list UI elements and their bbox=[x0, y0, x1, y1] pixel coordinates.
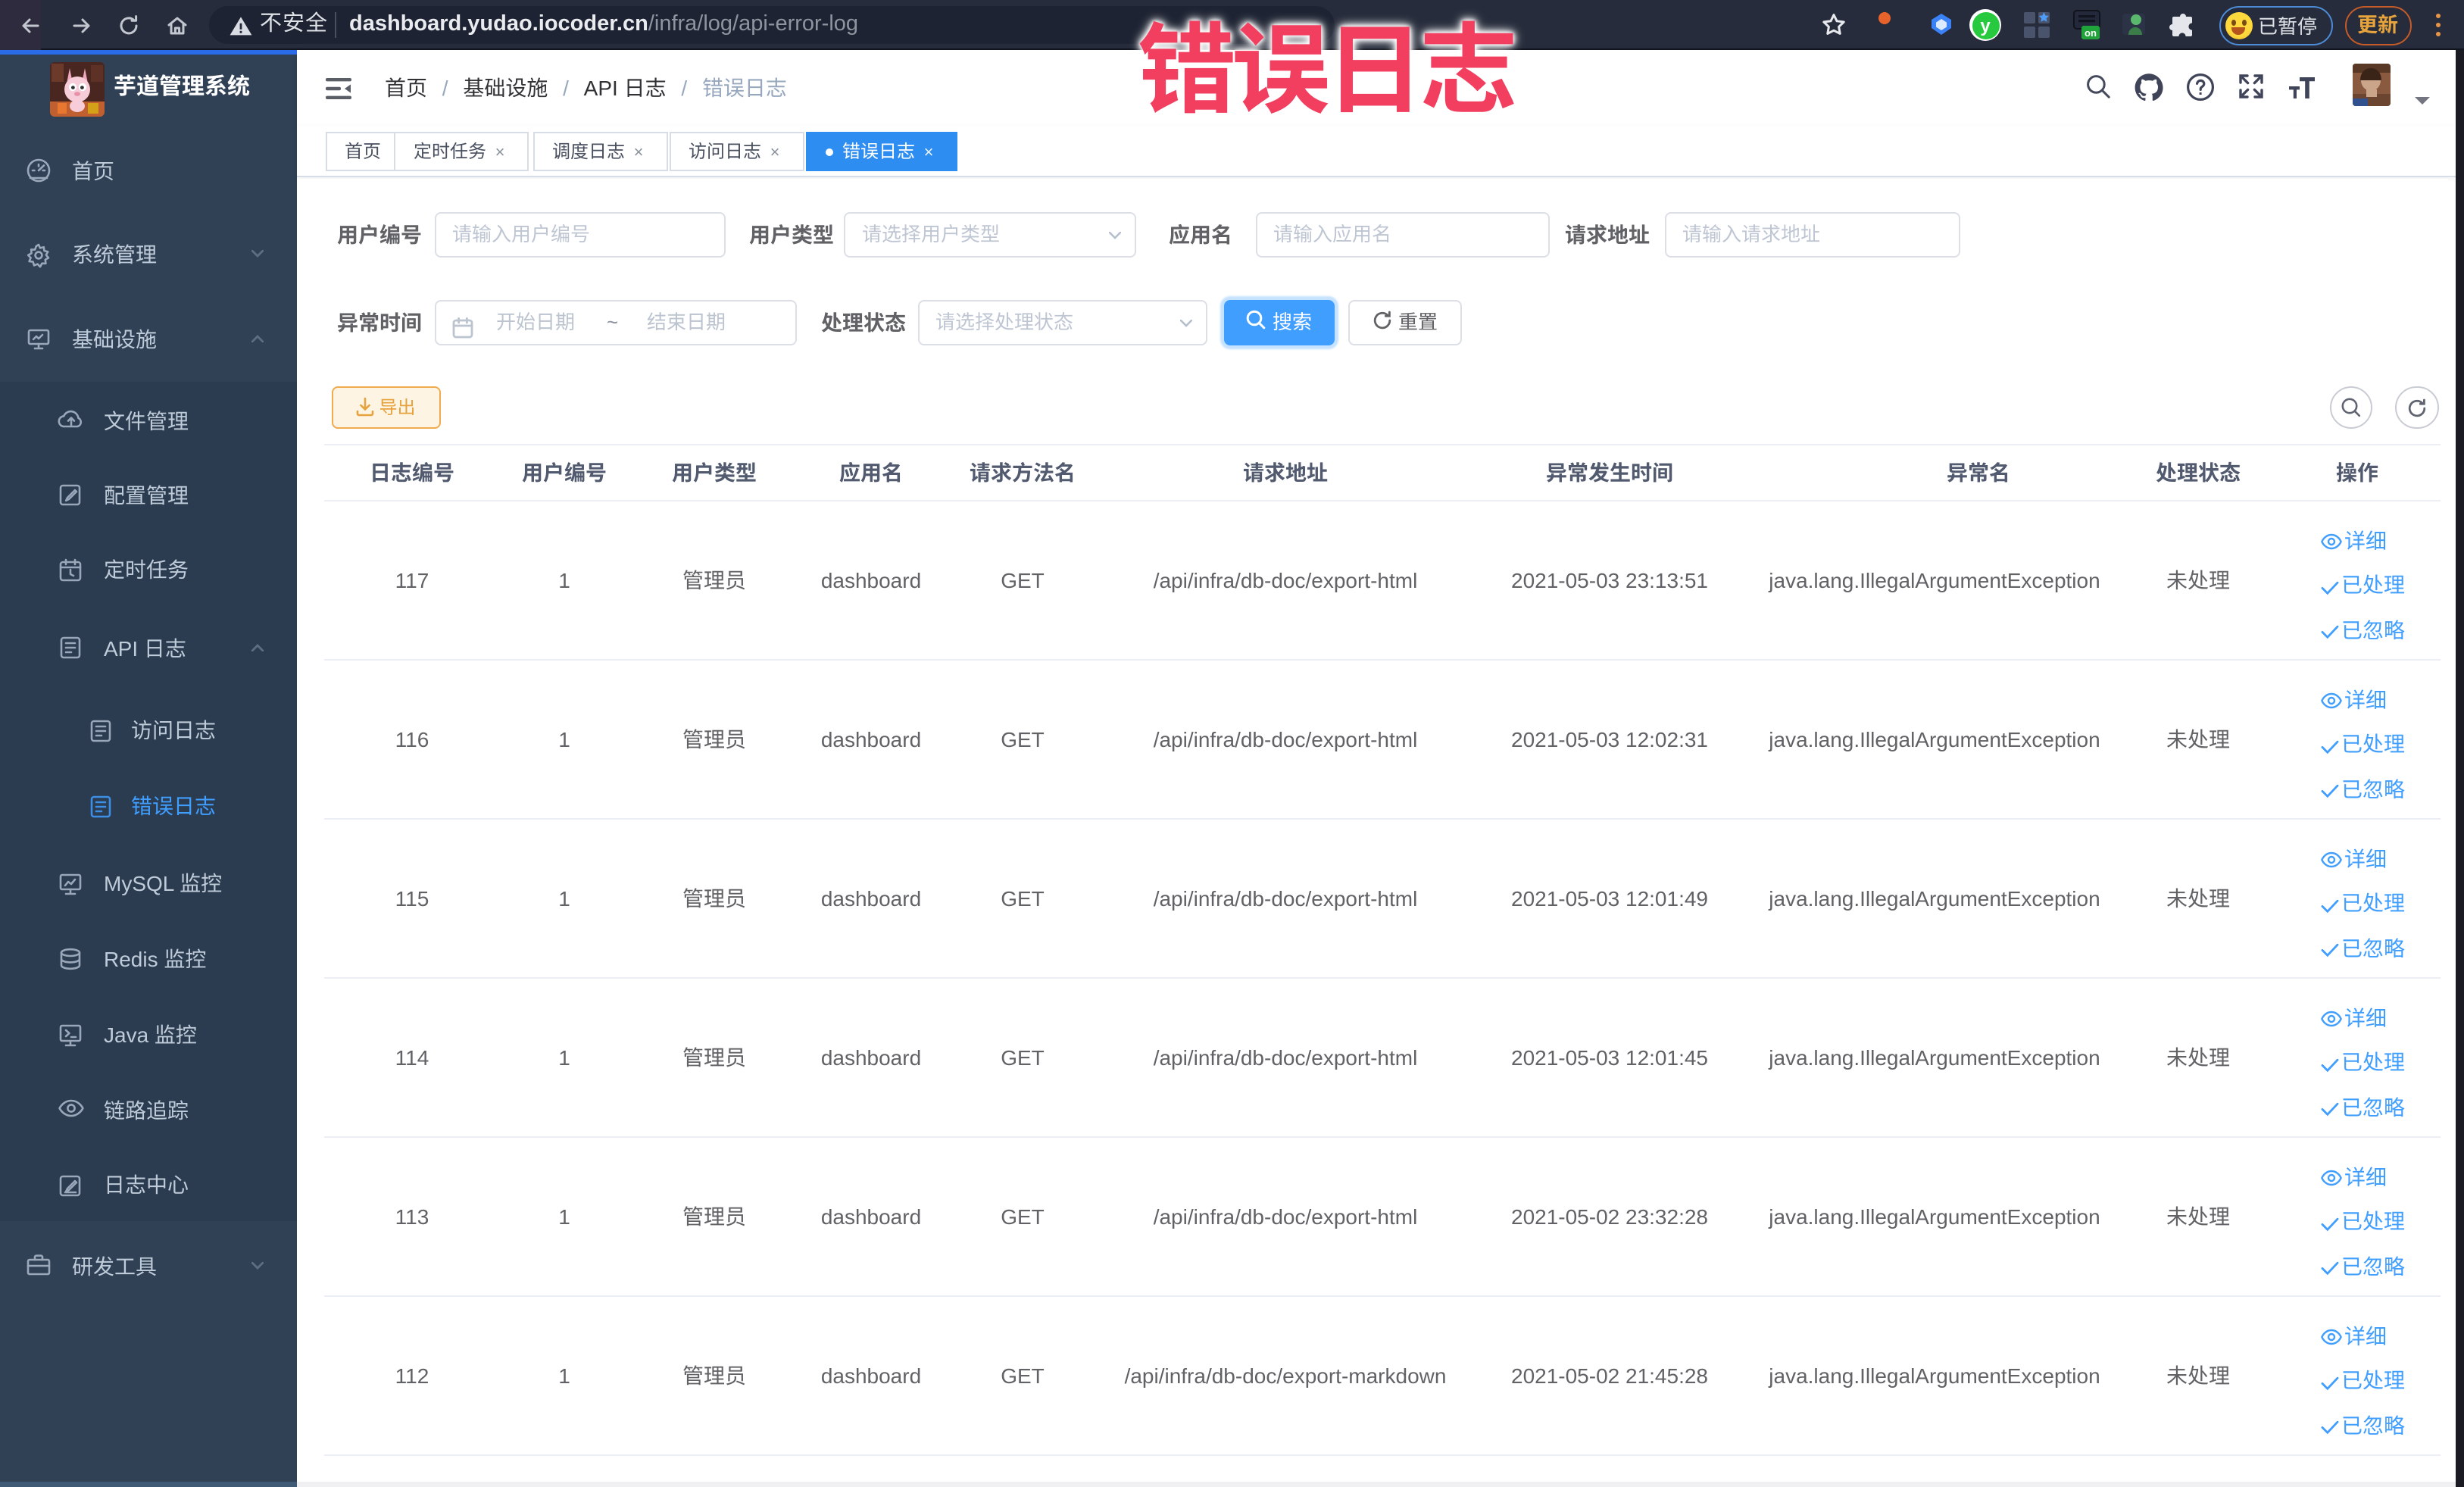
svg-text:on: on bbox=[2085, 27, 2097, 38]
